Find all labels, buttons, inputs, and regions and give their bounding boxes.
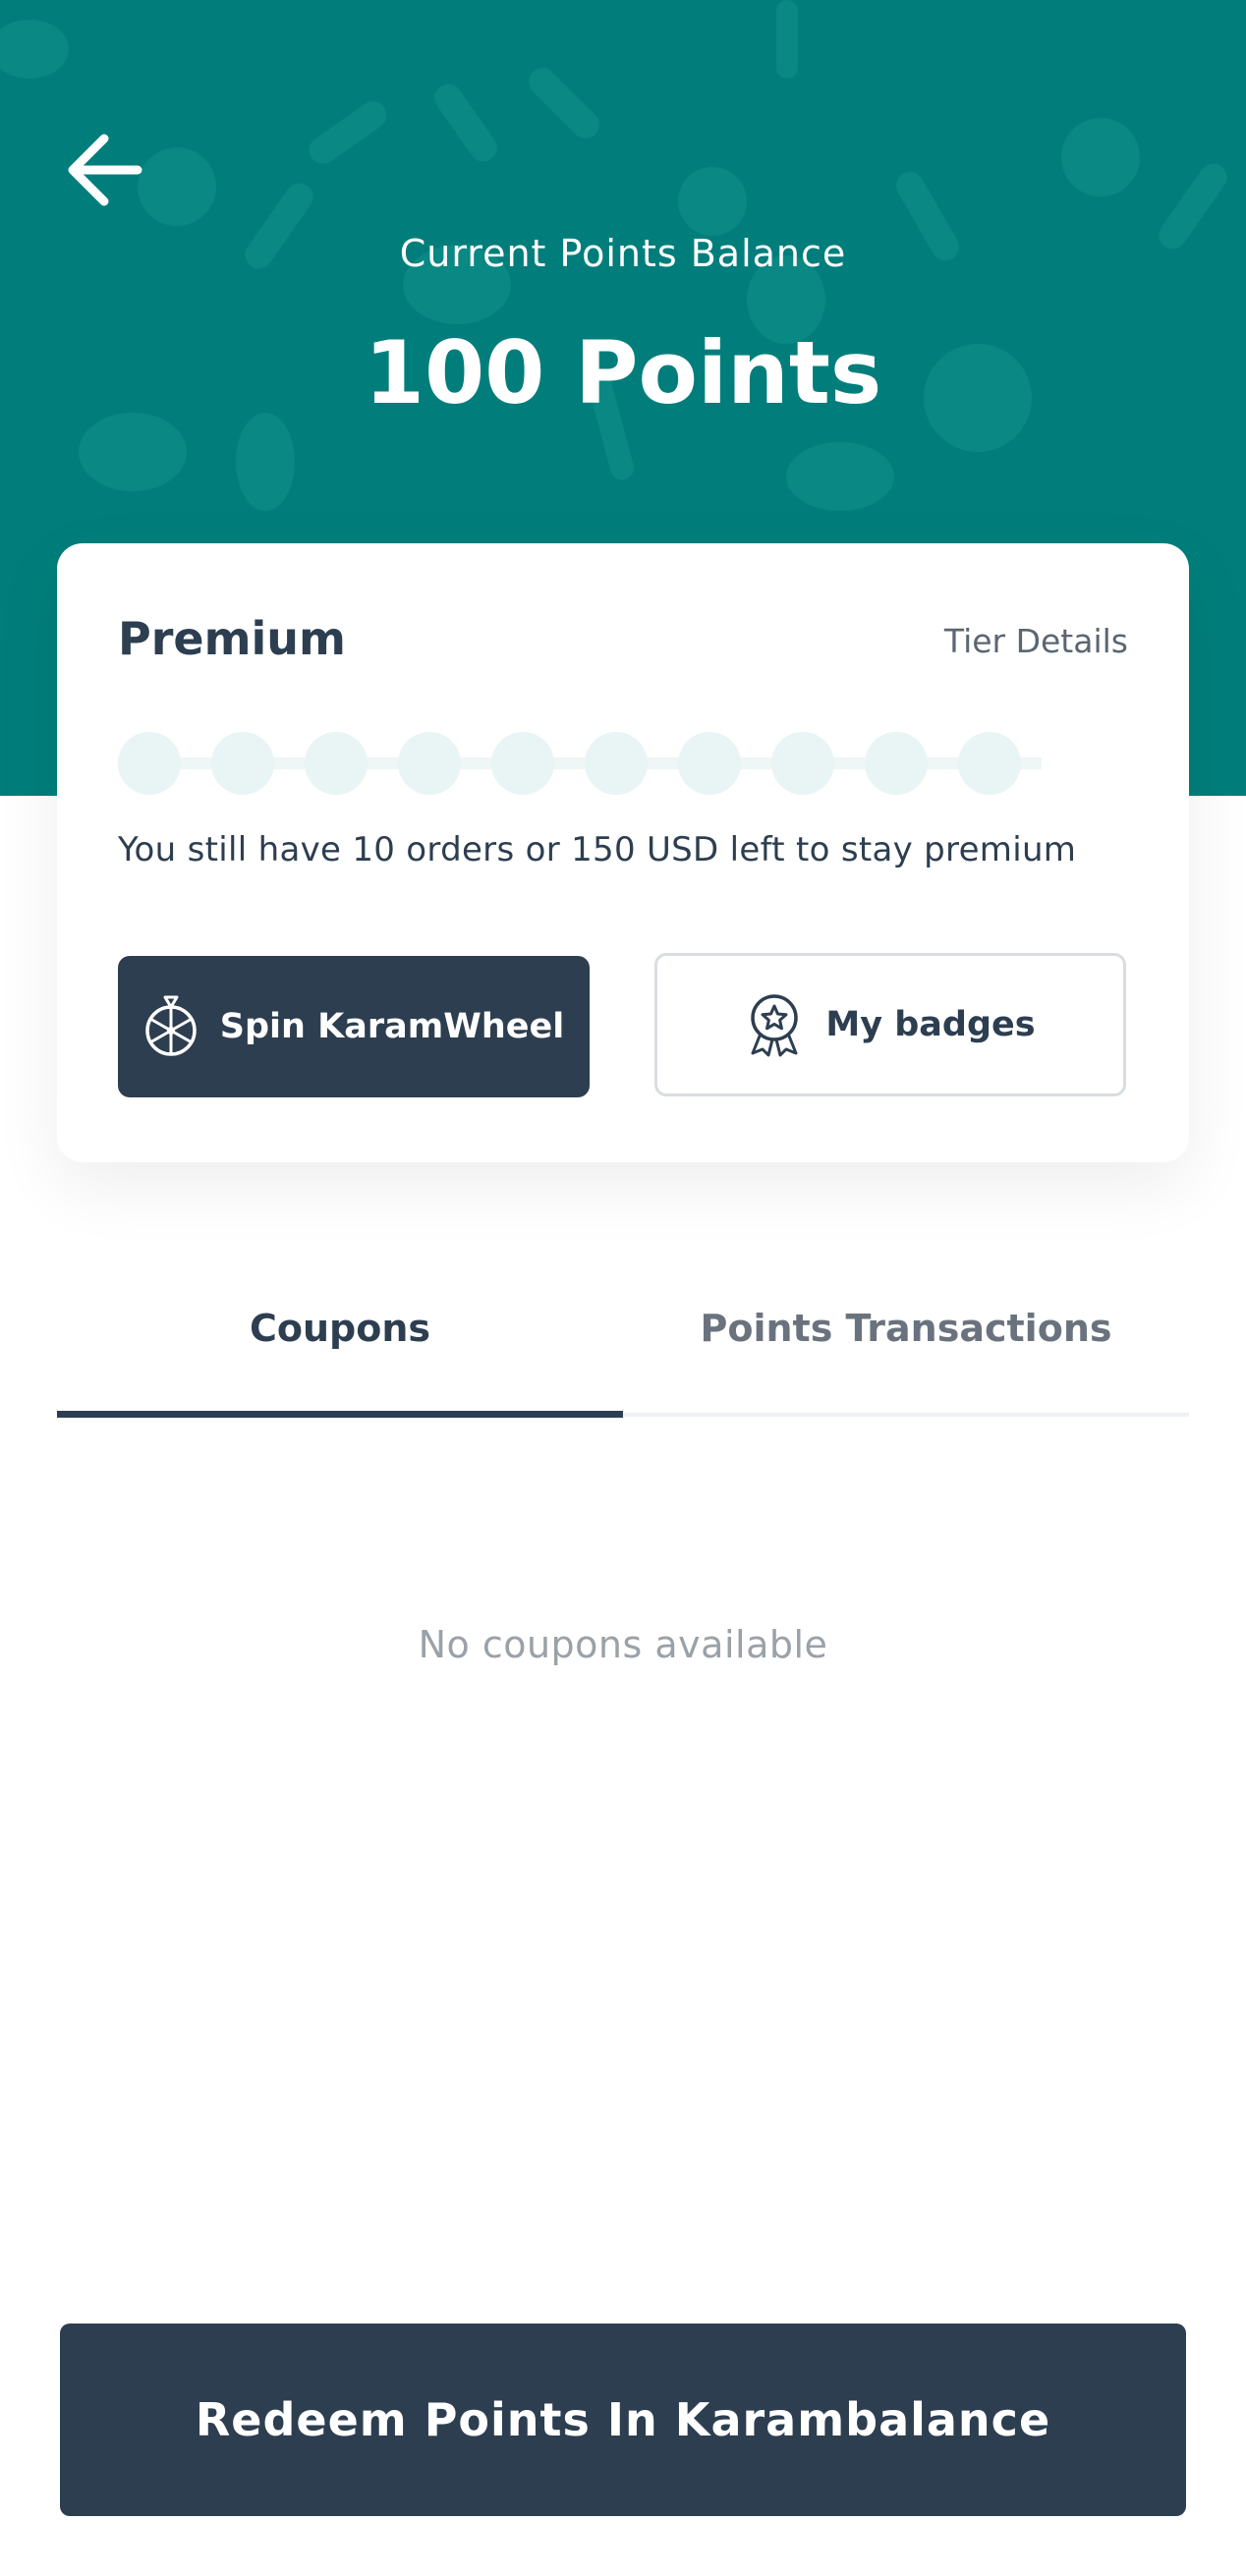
active-tab-indicator	[57, 1411, 623, 1418]
progress-step	[958, 732, 1021, 795]
tier-progress-steps	[118, 732, 1042, 795]
progress-step	[491, 732, 554, 795]
progress-step	[865, 732, 928, 795]
coin-decoration	[523, 62, 605, 144]
my-badges-button[interactable]: My badges	[654, 953, 1126, 1096]
coin-decoration	[304, 95, 392, 170]
tier-card: Premium Tier Details You still have 10 o…	[57, 543, 1189, 1162]
progress-step	[771, 732, 834, 795]
progress-step	[305, 732, 368, 795]
tier-details-link[interactable]: Tier Details	[944, 622, 1128, 660]
coin-decoration	[786, 442, 894, 511]
coin-decoration	[776, 0, 798, 79]
progress-step	[398, 732, 461, 795]
coin-decoration	[79, 413, 187, 491]
coin-decoration	[1061, 118, 1140, 196]
coin-decoration	[0, 20, 69, 79]
tab-divider	[623, 1413, 1189, 1417]
points-balance-label: Current Points Balance	[399, 232, 847, 275]
empty-coupons-message: No coupons available	[418, 1623, 828, 1666]
my-badges-label: My badges	[825, 1005, 1036, 1044]
tier-progress-text: You still have 10 orders or 150 USD left…	[118, 830, 1077, 869]
progress-step	[211, 732, 274, 795]
wheel-icon	[145, 995, 197, 1056]
coin-decoration	[678, 167, 747, 236]
spin-wheel-button[interactable]: Spin KaramWheel	[118, 956, 590, 1097]
tier-name: Premium	[118, 612, 346, 665]
coin-decoration	[428, 79, 503, 167]
tab-points-transactions[interactable]: Points Transactions	[623, 1307, 1189, 1350]
award-ribbon-icon	[751, 994, 799, 1057]
spin-wheel-label: Spin KaramWheel	[219, 1007, 565, 1046]
redeem-points-button[interactable]: Redeem Points In Karambalance	[60, 2324, 1186, 2516]
progress-step	[585, 732, 648, 795]
tab-coupons[interactable]: Coupons	[57, 1307, 623, 1350]
progress-step	[678, 732, 741, 795]
progress-step	[118, 732, 181, 795]
points-balance-value: 100 Points	[364, 322, 882, 423]
coin-decoration	[236, 413, 295, 511]
back-arrow-icon[interactable]	[61, 126, 159, 214]
